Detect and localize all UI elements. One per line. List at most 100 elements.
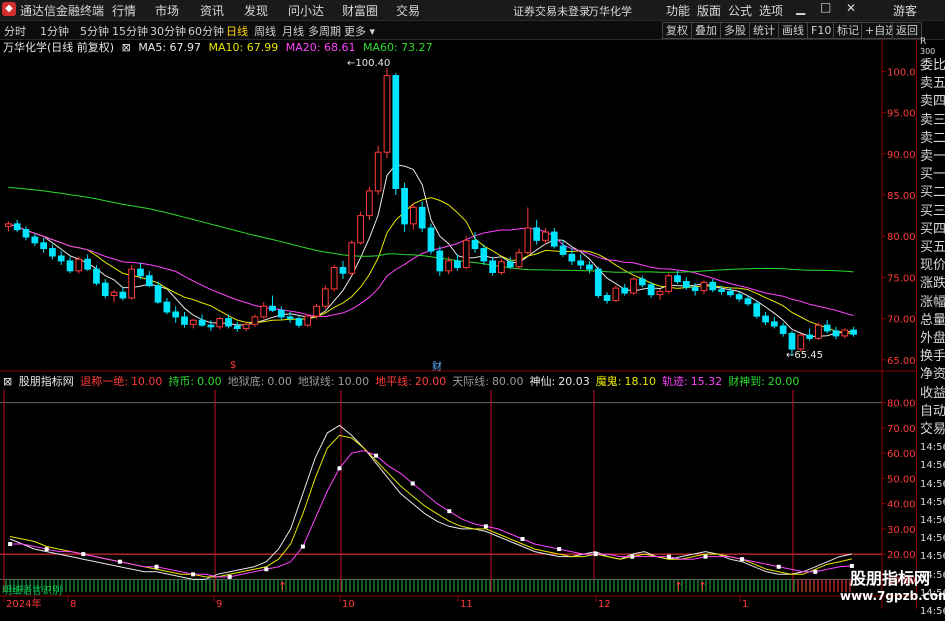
candle-down <box>154 285 162 303</box>
guiji-dot <box>81 552 86 557</box>
sidebar-item[interactable]: 交易 <box>920 421 945 439</box>
sidebar-item[interactable]: 卖四 <box>920 93 945 111</box>
sidebar-item[interactable]: 现价 <box>920 257 945 275</box>
sidebar-item[interactable]: 总量 <box>920 312 945 330</box>
indicator-field: 地平线: 20.00 <box>375 375 449 388</box>
price-tick-label: 65.00 <box>887 356 916 367</box>
sidebar-item[interactable]: 涨跌 <box>920 275 945 293</box>
sidebar-item[interactable]: 卖三 <box>920 112 945 130</box>
candle-down <box>691 286 699 292</box>
candle-up <box>75 258 83 272</box>
sub-tick-label: 40.00 <box>887 500 916 511</box>
guiji-dot <box>44 547 49 552</box>
candle-down <box>638 278 646 286</box>
low-price-value: 65.45 <box>794 350 824 361</box>
candle-down <box>277 309 285 318</box>
guiji-dot <box>191 572 196 577</box>
indicator-field-label: 地狱线: <box>297 375 335 388</box>
candle-down <box>295 318 303 326</box>
sidebar-item[interactable]: 卖二 <box>920 130 945 148</box>
sidebar-item[interactable]: 买一 <box>920 166 945 184</box>
candle-down <box>40 242 47 250</box>
price-tick-label: 100.0 <box>887 67 916 78</box>
event-mark-finance[interactable]: 财 <box>432 358 442 373</box>
candle-up <box>841 329 849 337</box>
sidebar-item[interactable]: 14:56 <box>920 494 945 512</box>
watermark: 股朋指标网 www.7gpzb.com <box>840 565 945 603</box>
indicator-field-value: 18.10 <box>624 375 656 388</box>
candle-up <box>251 316 259 325</box>
candle-down <box>744 298 752 305</box>
candle-up <box>815 324 822 339</box>
candle-down <box>603 295 611 301</box>
candle-up <box>524 227 532 254</box>
sidebar-item[interactable]: 换手 <box>920 348 945 366</box>
sub-tick-label: 70.00 <box>887 424 916 435</box>
candle-down <box>506 261 514 268</box>
candle-down <box>726 290 734 296</box>
candle-down <box>471 239 479 250</box>
sidebar-item[interactable]: 买五 <box>920 239 945 257</box>
candle-up <box>366 190 373 217</box>
sidebar-item[interactable]: 卖一 <box>920 148 945 166</box>
candle-up <box>260 305 268 318</box>
sidebar-item[interactable]: 涨幅 <box>920 294 945 312</box>
sidebar-item[interactable]: 14:56 <box>920 457 945 475</box>
sidebar-item[interactable]: 14:56 <box>920 548 945 566</box>
event-mark-dollar[interactable]: $ <box>230 360 236 371</box>
sidebar-item[interactable]: 净资 <box>920 366 945 384</box>
guiji-dot <box>776 564 781 569</box>
xaxis-label: 8 <box>70 599 76 609</box>
indicator-settings-icon[interactable]: ⊠ <box>3 375 12 388</box>
candle-down <box>31 236 39 244</box>
candle-down <box>594 268 602 297</box>
sidebar-item[interactable]: 自动 <box>920 403 945 421</box>
sidebar-item[interactable]: 买四 <box>920 221 945 239</box>
sidebar-item[interactable]: 收益 <box>920 385 945 403</box>
guiji-dot <box>740 557 745 562</box>
indicator-field-label: 地狱底: <box>227 375 265 388</box>
candle-down <box>401 187 408 225</box>
candle-down <box>647 284 655 296</box>
watermark-line2: www.7gpzb.com <box>840 589 945 603</box>
indicator-field-value: 10.00 <box>130 375 163 388</box>
sidebar-item[interactable]: 14:56 <box>920 512 945 530</box>
candle-up <box>242 323 250 329</box>
candle-down <box>559 245 567 255</box>
sidebar-item[interactable]: 委比 <box>920 57 945 75</box>
buy-arrow-icon: ↑ <box>698 580 707 593</box>
guiji-dot <box>337 466 342 471</box>
candle-down <box>568 253 576 262</box>
sidebar-item[interactable]: 14:56 <box>920 439 945 457</box>
indicator-field-value: 80.00 <box>492 375 524 388</box>
indicator-field: 持币: 0.00 <box>168 375 224 388</box>
sidebar-item[interactable]: 14:56 <box>920 603 945 621</box>
candle-down <box>709 281 717 291</box>
indicator-field-label: 轨迹: <box>661 375 688 388</box>
sub-tick-label: 50.00 <box>887 474 916 485</box>
sidebar-item[interactable]: 买二 <box>920 184 945 202</box>
candle-up <box>321 288 329 307</box>
candle-down <box>753 303 761 317</box>
guiji-dot <box>666 554 671 559</box>
candle-down <box>577 260 585 266</box>
guiji-dot <box>447 509 452 514</box>
candle-down <box>269 305 276 311</box>
sidebar-item[interactable]: 买三 <box>920 203 945 221</box>
indicator-field-value: 0.00 <box>197 375 222 388</box>
sidebar-item[interactable]: 外盘 <box>920 330 945 348</box>
candle-down <box>418 206 426 229</box>
indicator-field-label: 财神到: <box>728 375 765 388</box>
candle-down <box>93 268 100 284</box>
xaxis-label: 11 <box>460 599 473 609</box>
sub-tick-label: 60.00 <box>887 449 916 460</box>
kline-chart[interactable]: ↑ ↑ ↑ 100.095.0090.0085.0080.0075.0070.006… <box>0 0 916 609</box>
sidebar-item[interactable]: 卖五 <box>920 75 945 93</box>
candle-down <box>454 260 461 269</box>
sidebar-item[interactable]: 14:56 <box>920 530 945 548</box>
indicator-field: 魔鬼: 18.10 <box>596 375 659 388</box>
sidebar-item[interactable]: 14:56 <box>920 476 945 494</box>
candle-down <box>84 258 92 270</box>
indicator-field-label: 魔鬼: <box>595 375 622 388</box>
candle-down <box>225 318 232 327</box>
